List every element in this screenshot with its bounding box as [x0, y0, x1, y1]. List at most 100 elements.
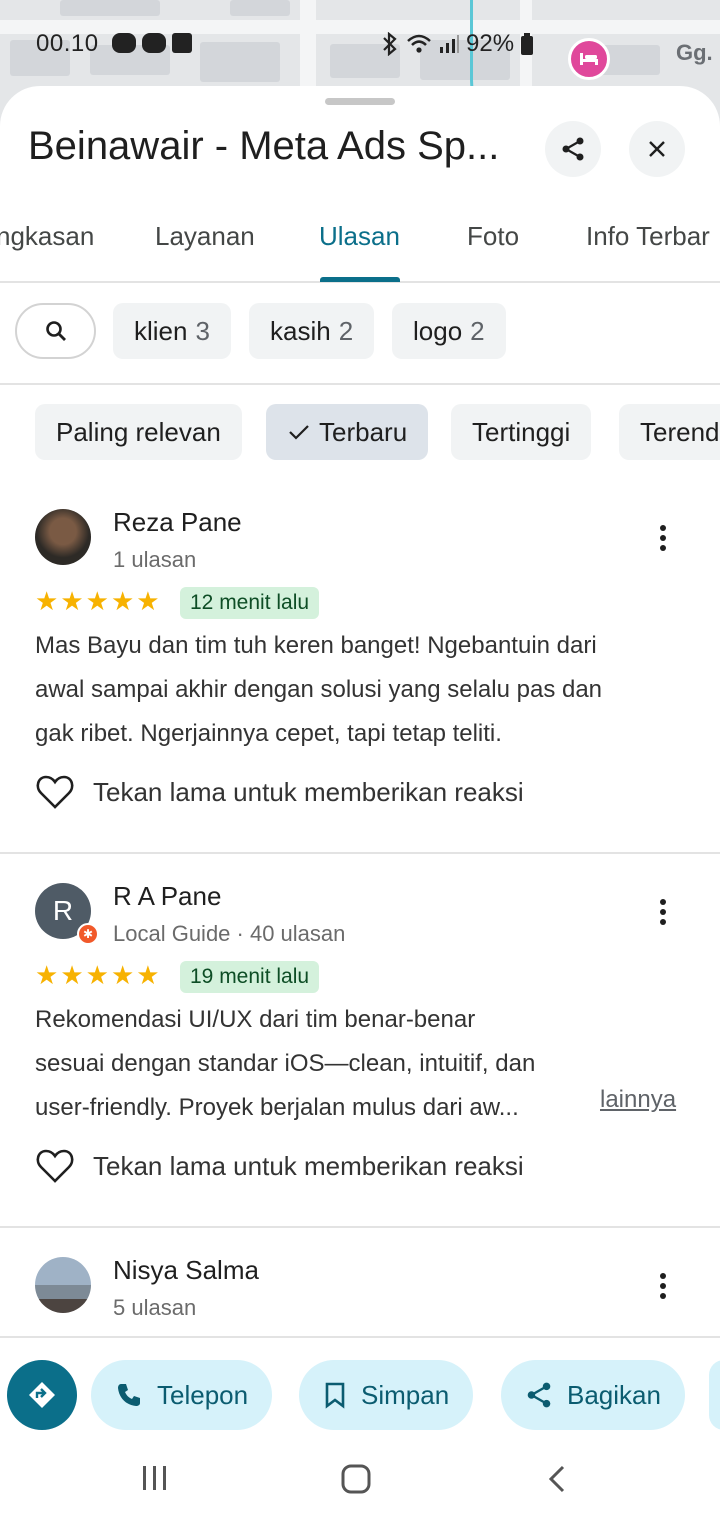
- back-button[interactable]: [545, 1464, 569, 1499]
- share-icon: [527, 1382, 551, 1408]
- review-text[interactable]: Rekomendasi UI/UX dari tim benar-benar s…: [35, 998, 695, 1130]
- reaction-button[interactable]: Tekan lama untuk memberikan reaksi: [35, 1148, 524, 1184]
- search-icon: [45, 321, 66, 341]
- battery-percent: 92%: [466, 30, 515, 57]
- reaction-button[interactable]: Tekan lama untuk memberikan reaksi: [35, 774, 524, 810]
- tab-bar: ngkasan Layanan Ulasan Foto Info Terbar: [0, 211, 720, 283]
- review-text-line: Mas Bayu dan tim tuh keren banget! Ngeba…: [35, 632, 597, 659]
- sort-newest[interactable]: Terbaru: [266, 404, 429, 460]
- keyword-chip-klien[interactable]: klien 3: [113, 303, 231, 359]
- tab-updates[interactable]: Info Terbar: [586, 221, 710, 252]
- sort-label: Tertinggi: [472, 416, 571, 447]
- keyword-count: 2: [338, 315, 354, 346]
- star-icon: ★: [110, 586, 135, 616]
- directions-icon: [29, 1382, 55, 1408]
- system-navigation-bar: [0, 1436, 720, 1520]
- avatar-initial: R: [52, 895, 74, 926]
- active-tab-indicator: [320, 277, 400, 282]
- recent-apps-button[interactable]: [140, 1464, 170, 1497]
- review-text-line: Rekomendasi UI/UX dari tim benar-benar: [35, 1006, 476, 1033]
- review-item: R ✱ R A Pane Local Guide · 40 ulasan ★ ★ ★…: [0, 854, 720, 1228]
- keyword-label: logo: [413, 315, 463, 346]
- star-icon: ★: [35, 960, 59, 990]
- place-action-bar: Telepon Simpan Bagikan: [0, 1336, 720, 1436]
- reviewer-name[interactable]: Reza Pane: [113, 507, 242, 538]
- review-text-line: sesuai dengan standar iOS—clean, intuiti…: [35, 1050, 536, 1077]
- home-button[interactable]: [340, 1464, 372, 1499]
- signal-icon: [440, 35, 459, 53]
- place-title: Beinawair - Meta Ads Sp...: [28, 124, 500, 168]
- check-icon: [287, 420, 311, 444]
- review-keyword-filters: klien 3 kasih 2 logo 2: [0, 301, 720, 385]
- close-button[interactable]: [629, 121, 685, 177]
- image-notification-icon: [172, 33, 192, 53]
- sort-label: Paling relevan: [56, 416, 221, 447]
- more-vert-icon: [660, 899, 666, 925]
- bookmark-icon: [325, 1382, 345, 1409]
- phone-icon: [118, 1384, 140, 1406]
- recent-apps-icon: [143, 1466, 166, 1490]
- sort-label: Terbaru: [319, 416, 408, 447]
- call-button[interactable]: Telepon: [91, 1360, 273, 1430]
- sort-most-relevant[interactable]: Paling relevan: [35, 404, 242, 460]
- review-time-badge: 12 menit lalu: [180, 587, 320, 619]
- tab-overview[interactable]: ngkasan: [0, 221, 94, 252]
- bluetooth-icon: [383, 32, 397, 56]
- wifi-icon: [407, 34, 431, 53]
- review-time-badge: 19 menit lalu: [180, 961, 320, 993]
- more-vert-icon: [660, 525, 666, 551]
- sheet-drag-handle[interactable]: [325, 98, 395, 105]
- more-vert-icon: [660, 1273, 666, 1299]
- review-more-options-button[interactable]: [648, 892, 678, 932]
- star-icon: ★: [35, 586, 59, 616]
- keyword-chip-kasih[interactable]: kasih 2: [249, 303, 375, 359]
- review-item: Reza Pane 1 ulasan ★ ★ ★ ★ ★ 12 menit lalu M…: [0, 478, 720, 854]
- status-bar: 00.10 92%: [0, 22, 720, 66]
- star-icon: ★: [85, 586, 109, 616]
- status-right: 92%: [380, 30, 534, 58]
- reviewer-review-count: 1 ulasan: [113, 547, 197, 572]
- reviewer-guide-info: Local Guide · 40 ulasan: [113, 921, 346, 946]
- share-button[interactable]: [545, 121, 601, 177]
- call-label: Telepon: [157, 1379, 249, 1410]
- reviewer-name[interactable]: Nisya Salma: [113, 1255, 259, 1286]
- sort-lowest[interactable]: Terend: [619, 404, 720, 460]
- reviewer-avatar[interactable]: [35, 1257, 91, 1313]
- save-button[interactable]: Simpan: [299, 1360, 474, 1430]
- share-action-button[interactable]: Bagikan: [501, 1360, 685, 1430]
- reaction-hint: Tekan lama untuk memberikan reaksi: [93, 1150, 524, 1181]
- star-icon: ★: [85, 960, 109, 990]
- review-more-options-button[interactable]: [648, 1266, 678, 1306]
- read-more-link[interactable]: lainnya: [600, 1086, 676, 1114]
- more-action-button-partial[interactable]: [709, 1360, 720, 1430]
- reviewer-review-count: 5 ulasan: [113, 1295, 197, 1320]
- keyword-count: 3: [195, 315, 210, 346]
- review-sort-options: Paling relevan Terbaru Tertinggi Terend: [0, 404, 720, 462]
- reaction-hint: Tekan lama untuk memberikan reaksi: [93, 776, 524, 807]
- share-icon: [562, 137, 584, 161]
- star-icon: ★: [60, 960, 84, 990]
- reviewer-name[interactable]: R A Pane: [113, 881, 221, 912]
- tab-services[interactable]: Layanan: [155, 221, 255, 252]
- reviewer-avatar[interactable]: [35, 509, 91, 565]
- star-icon: ★: [110, 960, 135, 990]
- keyword-chip-logo[interactable]: logo 2: [392, 303, 506, 359]
- review-text[interactable]: Mas Bayu dan tim tuh keren banget! Ngeba…: [35, 624, 695, 756]
- directions-button[interactable]: [7, 1360, 77, 1430]
- keyword-label: klien: [134, 315, 188, 346]
- review-text-line: awal sampai akhir dengan solusi yang sel…: [35, 676, 603, 703]
- search-reviews-button[interactable]: [15, 303, 96, 359]
- review-more-options-button[interactable]: [648, 518, 678, 558]
- tab-photos[interactable]: Foto: [467, 221, 519, 252]
- notification-icons: [112, 33, 192, 53]
- tab-reviews[interactable]: Ulasan: [319, 221, 400, 252]
- heart-icon: [36, 775, 74, 809]
- star-icon: ★: [136, 586, 160, 616]
- home-icon: [341, 1464, 371, 1494]
- keyword-count: 2: [470, 315, 485, 346]
- review-text-line: gak ribet. Ngerjainnya cepet, tapi tetap…: [35, 720, 502, 747]
- battery-icon: [521, 33, 534, 55]
- sort-highest[interactable]: Tertinggi: [451, 404, 592, 460]
- star-icon: ★: [136, 960, 160, 990]
- reviewer-avatar[interactable]: R ✱: [35, 883, 99, 945]
